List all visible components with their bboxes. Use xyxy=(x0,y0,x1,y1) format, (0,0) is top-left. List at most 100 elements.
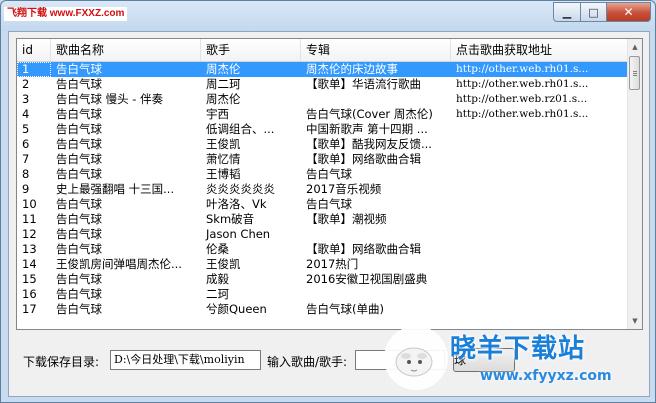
table-row[interactable]: 3 告白气球 慢头 - 伴奏 周杰伦 http://other.web.rz01.s.… xyxy=(17,92,628,107)
cell-url[interactable] xyxy=(451,272,628,287)
cell-album: 2017热门 xyxy=(306,257,359,271)
close-button[interactable]: ✕ xyxy=(607,2,651,22)
cell-song-name: 王俊凯房间弹唱周杰伦... xyxy=(56,257,182,271)
cell-album: 周杰伦的床边故事 xyxy=(306,62,398,76)
cell-url[interactable] xyxy=(451,227,628,242)
table-row[interactable]: 10 告白气球 叶洛洛、Vk 告白气球 xyxy=(17,197,628,212)
table-row[interactable]: 11 告白气球 Skm破音 【歌单】潮视频 xyxy=(17,212,628,227)
maximize-button[interactable]: □ xyxy=(581,2,607,22)
title-bar[interactable]: 飞翔下载 www.FXXZ.com ▁ □ ✕ xyxy=(1,1,656,31)
cell-album: 【歌单】网络歌曲合辑 xyxy=(306,242,421,256)
grip-line xyxy=(633,73,637,74)
cell-id: 4 xyxy=(22,107,30,121)
cell-id: 17 xyxy=(22,302,37,316)
cell-id: 8 xyxy=(22,167,30,181)
cell-id: 11 xyxy=(22,212,37,226)
cell-url[interactable] xyxy=(451,212,628,227)
table-row[interactable]: 15 告白气球 成毅 2016安徽卫视国剧盛典 xyxy=(17,272,628,287)
cell-album: 【歌单】华语流行歌曲 xyxy=(306,77,421,91)
grip-line xyxy=(633,71,637,72)
table-row[interactable]: 12 告白气球 Jason Chen xyxy=(17,227,628,242)
cell-song-name: 告白气球 xyxy=(56,227,102,241)
cell-url[interactable] xyxy=(451,122,628,137)
table-row[interactable]: 16 告白气球 二珂 xyxy=(17,287,628,302)
list-body: 1 告白气球 周杰伦 周杰伦的床边故事 http://other.web.rh01.s.… xyxy=(17,62,628,329)
cell-url[interactable] xyxy=(451,257,628,272)
close-icon: ✕ xyxy=(623,5,634,19)
table-row[interactable]: 6 告白气球 王俊凯 【歌单】酷我网友反馈... xyxy=(17,137,628,152)
cell-album xyxy=(301,227,451,242)
scroll-thumb[interactable] xyxy=(629,56,640,90)
column-header-song-name[interactable]: 歌曲名称 xyxy=(51,39,201,61)
cell-url[interactable] xyxy=(451,302,628,317)
cell-id: 14 xyxy=(22,257,37,271)
column-header-url[interactable]: 点击歌曲获取地址 xyxy=(451,39,628,61)
cell-album: 中国新歌声 第十四期 ... xyxy=(306,122,428,136)
arrow-up-icon: ▲ xyxy=(632,43,638,51)
cell-album: 【歌单】网络歌曲合辑 xyxy=(306,152,421,166)
scroll-up-button[interactable]: ▲ xyxy=(628,39,642,55)
table-row[interactable]: 7 告白气球 萧忆情 【歌单】网络歌曲合辑 xyxy=(17,152,628,167)
cell-url[interactable] xyxy=(451,287,628,302)
table-row[interactable]: 14 王俊凯房间弹唱周杰伦... 王俊凯 2017热门 xyxy=(17,257,628,272)
cell-url[interactable]: http://other.web.rh01.s... xyxy=(451,62,628,77)
vertical-scrollbar[interactable]: ▲ ▼ xyxy=(627,39,642,329)
cell-song-name: 告白气球 xyxy=(56,152,102,166)
cell-song-name: 告白气球 xyxy=(56,77,102,91)
table-row[interactable]: 13 告白气球 伦桑 【歌单】网络歌曲合辑 xyxy=(17,242,628,257)
table-row[interactable]: 9 史上最强翻唱 十三国... 炎炎炎炎炎炎 2017音乐视频 xyxy=(17,182,628,197)
minimize-button[interactable]: ▁ xyxy=(553,2,581,22)
cell-singer: 周杰伦 xyxy=(206,62,241,76)
cell-album: 2017音乐视频 xyxy=(306,182,382,196)
cell-singer: 伦桑 xyxy=(206,242,229,256)
cell-url[interactable]: http://other.web.rh01.s... xyxy=(451,107,628,122)
cell-singer: Skm破音 xyxy=(206,212,255,226)
cell-url[interactable] xyxy=(451,242,628,257)
column-header-album[interactable]: 专辑 xyxy=(301,39,451,61)
cell-album xyxy=(301,287,451,302)
cell-singer: 萧忆情 xyxy=(206,152,241,166)
cell-id: 15 xyxy=(22,272,37,286)
watermark-text: 晓羊下载站 xyxy=(450,334,586,364)
search-label: 输入歌曲/歌手: xyxy=(267,355,348,369)
cell-song-name: 告白气球 xyxy=(56,122,102,136)
cell-song-name: 告白气球 xyxy=(56,107,102,121)
cell-singer: 王俊凯 xyxy=(206,257,241,271)
table-row[interactable]: 4 告白气球 宇西 告白气球(Cover 周杰伦) http://other.web.r… xyxy=(17,107,628,122)
cell-url[interactable] xyxy=(451,167,628,182)
cell-song-name: 告白气球 xyxy=(56,167,102,181)
table-row[interactable]: 8 告白气球 王博韬 告白气球 xyxy=(17,167,628,182)
cell-singer: 二珂 xyxy=(206,287,229,301)
table-row[interactable]: 1 告白气球 周杰伦 周杰伦的床边故事 http://other.web.rh01.s.… xyxy=(17,62,628,77)
grip-line xyxy=(633,75,637,76)
cell-url[interactable]: http://other.web.rh01.s... xyxy=(451,77,628,92)
minimize-icon: ▁ xyxy=(562,5,572,19)
cell-album: 【歌单】潮视频 xyxy=(306,212,387,226)
cell-singer: 宇西 xyxy=(206,107,229,121)
table-row[interactable]: 5 告白气球 低调组合、... 中国新歌声 第十四期 ... xyxy=(17,122,628,137)
table-row[interactable]: 2 告白气球 周二珂 【歌单】华语流行歌曲 http://other.web.rh01.… xyxy=(17,77,628,92)
cell-album: 【歌单】酷我网友反馈... xyxy=(306,137,432,151)
cell-url[interactable] xyxy=(451,152,628,167)
cell-id: 10 xyxy=(22,197,37,211)
column-header-id[interactable]: id xyxy=(17,39,51,61)
cell-singer: 周杰伦 xyxy=(206,92,241,106)
cell-singer: 兮颜Queen xyxy=(206,302,267,316)
window-title: 飞翔下载 www.FXXZ.com xyxy=(4,7,128,21)
cell-album: 告白气球(Cover 周杰伦) xyxy=(306,107,433,121)
cell-url[interactable]: http://other.web.rz01.s... xyxy=(451,92,628,107)
cell-singer: 低调组合、... xyxy=(206,122,275,136)
cell-singer: 成毅 xyxy=(206,272,229,286)
cell-song-name: 告白气球 xyxy=(56,197,102,211)
watermark: 晓羊下载站 www.xfyyxz.com xyxy=(384,326,656,403)
cell-url[interactable] xyxy=(451,197,628,212)
song-list[interactable]: id 歌曲名称 歌手 专辑 点击歌曲获取地址 1 告白气球 周杰伦 周杰伦的床边故事 h… xyxy=(16,38,643,330)
cell-id: 2 xyxy=(22,77,30,91)
cell-url[interactable] xyxy=(451,137,628,152)
cell-url[interactable] xyxy=(451,182,628,197)
cell-album: 告白气球 xyxy=(306,167,352,181)
cell-id: 13 xyxy=(22,242,37,256)
save-dir-input[interactable]: D:\今日处理\下载\moliyin xyxy=(110,350,261,370)
column-header-singer[interactable]: 歌手 xyxy=(201,39,301,61)
table-row[interactable]: 17 告白气球 兮颜Queen 告白气球(单曲) xyxy=(17,302,628,317)
